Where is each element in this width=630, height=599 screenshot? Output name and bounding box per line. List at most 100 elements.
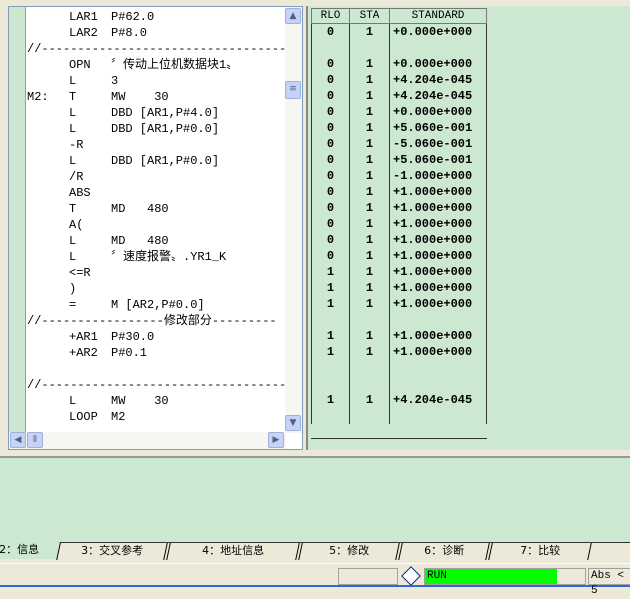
code-line[interactable] <box>27 361 285 377</box>
tab-label: 6：诊断 <box>424 544 465 557</box>
table-row <box>311 376 487 392</box>
table-row <box>311 360 487 376</box>
scroll-left-button[interactable]: ◀ <box>10 432 26 448</box>
status-pane: RLO STA STANDARD 0 1 +0.000e+000 0 1 +0.000e+… <box>306 6 630 450</box>
cell-sta: 1 <box>349 152 390 168</box>
code-line[interactable]: L DBD [AR1,P#4.0] <box>27 105 285 121</box>
tab-3[interactable]: 3：交叉参考 <box>56 543 168 560</box>
cell-sta <box>349 40 390 56</box>
cell-std: +4.204e-045 <box>389 72 487 88</box>
code-area[interactable]: LAR1 P#62.0 LAR2 P#8.0 //-------------------… <box>27 9 285 433</box>
h-scroll-thumb[interactable]: ⦀ <box>27 432 43 448</box>
code-op: L <box>69 122 77 136</box>
cell-sta: 1 <box>349 248 390 264</box>
scroll-right-button[interactable]: ▶ <box>268 432 284 448</box>
breakpoint-gutter[interactable] <box>9 7 26 433</box>
code-line[interactable]: //-----------------修改部分--------- <box>27 313 285 329</box>
code-op: LAR1 <box>69 10 98 24</box>
cell-std: +0.000e+000 <box>389 23 487 40</box>
horizontal-scrollbar[interactable]: ◀ ⦀ ▶ <box>9 432 286 449</box>
cell-std: +1.000e+000 <box>389 216 487 232</box>
code-editor-pane: LAR1 P#62.0 LAR2 P#8.0 //-------------------… <box>8 6 303 450</box>
table-row: 1 1 +4.204e-045 <box>311 392 487 408</box>
code-line[interactable]: LOOP M2 <box>27 409 285 425</box>
code-line[interactable]: //-------------------------------------- <box>27 377 285 393</box>
scroll-thumb[interactable]: ≡ <box>285 81 301 99</box>
cell-sta: 1 <box>349 280 390 296</box>
run-indicator: RUN <box>425 569 557 584</box>
vertical-scrollbar[interactable]: ▲ ≡ ▼ <box>285 7 302 433</box>
code-line[interactable]: L DBD [AR1,P#0.0] <box>27 121 285 137</box>
code-op: +AR2 <box>69 346 98 360</box>
cell-sta: 1 <box>349 72 390 88</box>
code-line[interactable]: LAR1 P#62.0 <box>27 9 285 25</box>
details-window <box>0 456 630 542</box>
code-line[interactable]: = M [AR2,P#0.0] <box>27 297 285 313</box>
cell-rlo: 0 <box>311 168 350 184</box>
scroll-up-button[interactable]: ▲ <box>285 8 301 24</box>
table-row: 0 1 +5.060e-001 <box>311 152 487 168</box>
abs-field: Abs < 5 <box>588 568 630 597</box>
comment-text: //-------------------------------------- <box>27 378 285 392</box>
code-line[interactable]: +AR1 P#30.0 <box>27 329 285 345</box>
code-line[interactable]: L MW 30 <box>27 393 285 409</box>
tab-2[interactable]: 2：信息 <box>0 542 60 559</box>
cell-rlo: 0 <box>311 56 350 72</box>
code-line[interactable]: A( <box>27 217 285 233</box>
code-line[interactable]: /R <box>27 169 285 185</box>
table-row: 0 1 +1.000e+000 <box>311 248 487 264</box>
cell-rlo: 0 <box>311 248 350 264</box>
table-row: 0 1 +5.060e-001 <box>311 120 487 136</box>
code-line[interactable]: M2: T MW 30 <box>27 89 285 105</box>
tab-6[interactable]: 6：诊断 <box>398 543 490 560</box>
tab-5[interactable]: 5：修改 <box>298 543 400 560</box>
cpu-mode-field: RUN <box>424 568 586 585</box>
cell-std: +1.000e+000 <box>389 264 487 280</box>
code-line[interactable]: L DBD [AR1,P#0.0] <box>27 153 285 169</box>
code-line[interactable]: ABS <box>27 185 285 201</box>
code-arg: M [AR2,P#0.0] <box>111 298 205 312</box>
cell-std: +4.204e-045 <box>389 392 487 408</box>
code-line[interactable]: //-------------------------------------- <box>27 41 285 57</box>
code-line[interactable]: ) <box>27 281 285 297</box>
code-line[interactable]: +AR2 P#0.1 <box>27 345 285 361</box>
tab-7[interactable]: 7：比较 <box>488 543 592 560</box>
code-arg: P#8.0 <box>111 26 148 40</box>
code-op: L <box>69 74 77 88</box>
cell-sta: 1 <box>349 104 390 120</box>
code-line[interactable]: -R <box>27 137 285 153</box>
col-sta: STA <box>349 8 390 24</box>
code-line[interactable]: L 〞速度报警〟.YR1_K <box>27 249 285 265</box>
cell-rlo: 0 <box>311 88 350 104</box>
cell-std: +1.000e+000 <box>389 248 487 264</box>
tab-4[interactable]: 4：地址信息 <box>166 543 300 560</box>
cell-std <box>389 408 487 424</box>
tab-label: 5：修改 <box>329 544 370 557</box>
code-line[interactable]: L3 <box>27 73 285 89</box>
table-row: 0 1 +0.000e+000 <box>311 104 487 120</box>
table-row: 1 1 +1.000e+000 <box>311 344 487 360</box>
code-op: L <box>69 394 77 408</box>
col-rlo: RLO <box>311 8 350 24</box>
code-line[interactable]: OPN 〞传动上位机数据块1〟 <box>27 57 285 73</box>
code-arg: 3 <box>111 74 119 88</box>
code-line[interactable]: L MD 480 <box>27 233 285 249</box>
table-row: 0 1 +1.000e+000 <box>311 232 487 248</box>
code-line[interactable]: T MD 480 <box>27 201 285 217</box>
cell-sta: 1 <box>349 264 390 280</box>
cell-sta <box>349 360 390 376</box>
code-arg: DBD [AR1,P#0.0] <box>111 122 220 136</box>
code-arg: MW 30 <box>111 90 169 104</box>
table-row: 0 1 +4.204e-045 <box>311 88 487 104</box>
code-arg: P#62.0 <box>111 10 155 24</box>
cell-std: +1.000e+000 <box>389 280 487 296</box>
cell-rlo: 0 <box>311 216 350 232</box>
cell-rlo: 1 <box>311 280 350 296</box>
tab-label: 4：地址信息 <box>202 544 265 557</box>
code-line[interactable]: LAR2 P#8.0 <box>27 25 285 41</box>
scroll-down-button[interactable]: ▼ <box>285 415 301 431</box>
comment-text: //-----------------修改部分--------- <box>27 314 277 328</box>
code-line[interactable]: <=R <box>27 265 285 281</box>
table-row: 0 1 -1.000e+000 <box>311 168 487 184</box>
status-table: RLO STA STANDARD 0 1 +0.000e+000 0 1 +0.000e+… <box>311 8 487 424</box>
